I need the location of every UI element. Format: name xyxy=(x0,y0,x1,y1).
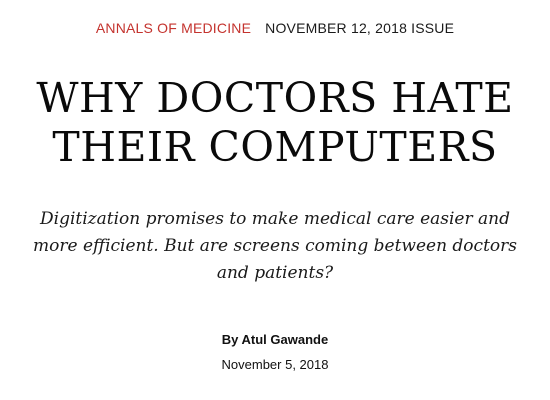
section-rubric-link[interactable]: ANNALS OF MEDICINE xyxy=(96,20,251,36)
publish-date: November 5, 2018 xyxy=(221,357,329,372)
article-page: ANNALS OF MEDICINE NOVEMBER 12, 2018 ISSU… xyxy=(0,0,550,400)
article-title-line-2: THEIR COMPUTERS xyxy=(52,123,498,171)
article-dek: Digitization promises to make medical ca… xyxy=(33,209,517,283)
author-link[interactable]: By Atul Gawande xyxy=(222,332,328,347)
article-title-line-1: WHY DOCTORS HATE xyxy=(36,74,514,122)
article-title: WHY DOCTORS HATE THEIR COMPUTERS xyxy=(10,74,540,172)
article-kicker: ANNALS OF MEDICINE NOVEMBER 12, 2018 ISSU… xyxy=(0,18,550,38)
issue-date-link[interactable]: NOVEMBER 12, 2018 ISSUE xyxy=(265,20,454,36)
byline: By Atul Gawande xyxy=(0,331,550,349)
